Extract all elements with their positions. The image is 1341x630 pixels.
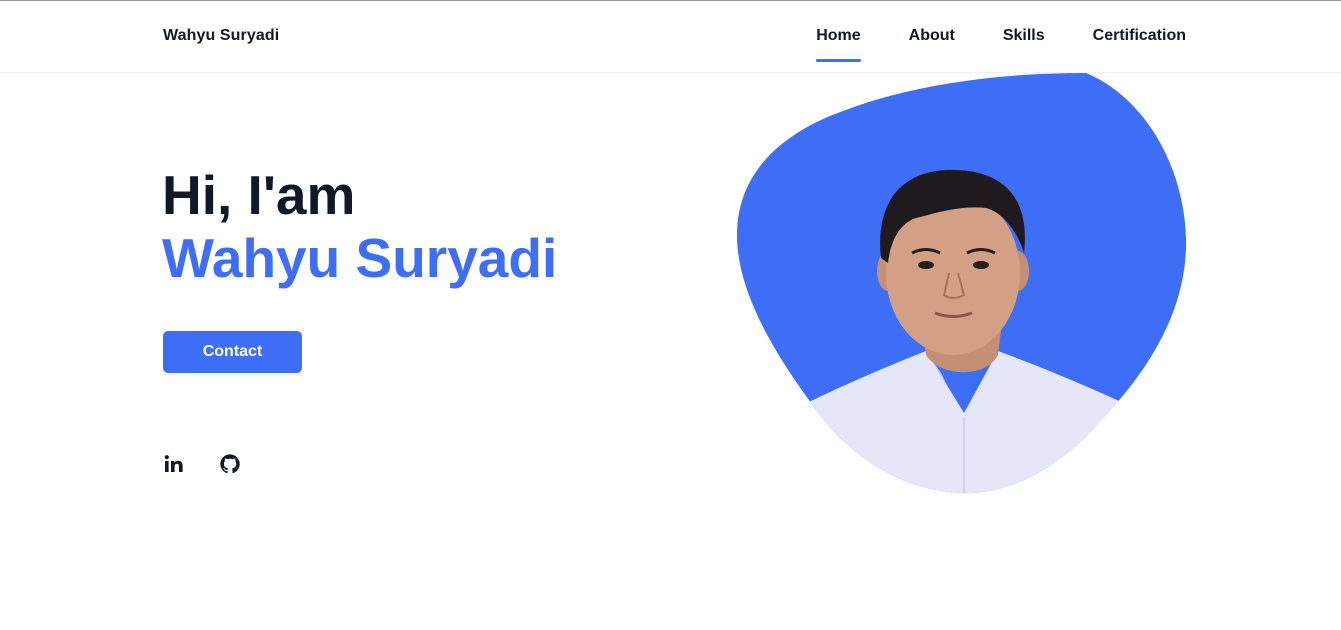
nav-certification[interactable]: Certification [1093, 27, 1186, 45]
profile-photo [736, 73, 1188, 495]
contact-button[interactable]: Contact [163, 331, 302, 373]
nav-about[interactable]: About [909, 27, 955, 45]
nav-skills[interactable]: Skills [1003, 27, 1045, 45]
main-nav: Home About Skills Certification [816, 27, 1186, 62]
site-header: Wahyu Suryadi Home About Skills Certific… [0, 1, 1341, 73]
linkedin-icon[interactable] [163, 453, 185, 475]
nav-home[interactable]: Home [816, 27, 862, 62]
hero-name: Wahyu Suryadi [162, 227, 558, 289]
hero-text: Hi, I'am Wahyu Suryadi [162, 165, 557, 291]
hero-greeting: Hi, I'am [162, 164, 356, 226]
social-links [163, 453, 241, 475]
github-icon[interactable] [219, 453, 241, 475]
site-logo[interactable]: Wahyu Suryadi [163, 27, 279, 45]
